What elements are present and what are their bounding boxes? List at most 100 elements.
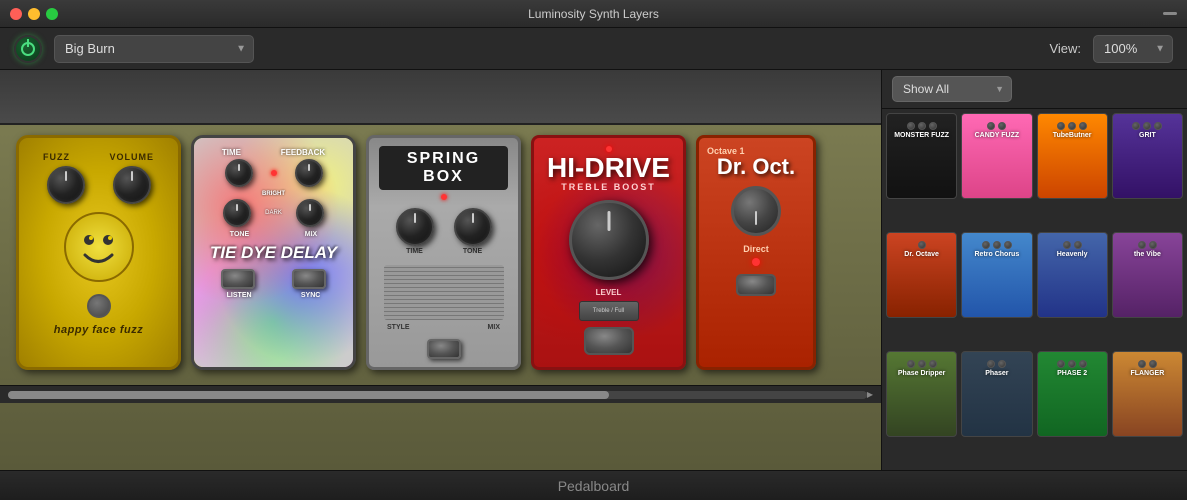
spring-title: SPRING BOX bbox=[385, 150, 502, 186]
tiedye-name: TIE DYE DELAY bbox=[210, 244, 337, 263]
thumb-knob bbox=[1143, 122, 1151, 130]
thumb-knob bbox=[1132, 122, 1140, 130]
spring-time-label: TIME bbox=[406, 248, 423, 255]
thumbnail-tubeburner[interactable]: TubeButner bbox=[1037, 113, 1108, 199]
tiedye-time-knob[interactable] bbox=[225, 159, 253, 187]
collapse-icon[interactable] bbox=[1163, 12, 1177, 15]
thumb-phase2-title: PHASE 2 bbox=[1038, 370, 1107, 377]
power-icon bbox=[21, 42, 35, 56]
thumbnail-phasedripper[interactable]: Phase Dripper bbox=[886, 351, 957, 437]
thumb-knob bbox=[1004, 241, 1012, 249]
scroll-thumb[interactable] bbox=[8, 391, 609, 399]
fuzz-bolt bbox=[87, 294, 111, 318]
droct-led bbox=[752, 258, 760, 266]
thumb-phaser-title: Phaser bbox=[962, 370, 1031, 377]
spring-title-plate: SPRING BOX bbox=[379, 146, 508, 190]
thumb-monster-title: MONSTER FUZZ bbox=[887, 132, 956, 139]
thumb-knob bbox=[929, 122, 937, 130]
spring-style-label: STYLE bbox=[387, 324, 410, 331]
tiedye-stomp-right[interactable] bbox=[292, 269, 326, 289]
thumb-grit-title: GRIT bbox=[1113, 132, 1182, 139]
thumbnail-retro[interactable]: Retro Chorus bbox=[961, 232, 1032, 318]
minimize-button[interactable] bbox=[28, 8, 40, 20]
thumb-knob bbox=[1138, 360, 1146, 368]
pedalboard-label: Pedalboard bbox=[558, 478, 630, 494]
tiedye-feedback-knob[interactable] bbox=[295, 159, 323, 187]
spring-tone-knob[interactable] bbox=[454, 208, 492, 246]
thumbnail-monster[interactable]: MONSTER FUZZ bbox=[886, 113, 957, 199]
volume-knob[interactable] bbox=[113, 166, 151, 204]
pedals-container: FUZZ VOLUME happy f bbox=[0, 125, 881, 385]
window-title: Luminosity Synth Layers bbox=[528, 7, 659, 21]
view-label: View: bbox=[1049, 41, 1081, 56]
thumb-knob bbox=[1074, 241, 1082, 249]
thumbnail-vibe[interactable]: the Vibe bbox=[1112, 232, 1183, 318]
thumb-knob bbox=[1057, 360, 1065, 368]
fuzz-knob1-label: FUZZ bbox=[43, 152, 70, 162]
pedal-hidrive[interactable]: HI-DRIVE TREBLE BOOST LEVEL Treble / Ful… bbox=[531, 135, 686, 370]
fuzz-knobs bbox=[47, 166, 151, 204]
tiedye-tone-label: TONE bbox=[230, 231, 249, 238]
thumb-knob bbox=[918, 122, 926, 130]
thumbnail-phase2[interactable]: PHASE 2 bbox=[1037, 351, 1108, 437]
thumb-tubeburner-title: TubeButner bbox=[1038, 132, 1107, 139]
thumb-knob bbox=[918, 360, 926, 368]
tiedye-listen-label: LISTEN bbox=[227, 292, 252, 299]
toolbar: Big Burn View: 100% bbox=[0, 28, 1187, 70]
preset-dropdown[interactable]: Big Burn bbox=[54, 35, 254, 63]
view-select-wrapper: 100% bbox=[1093, 35, 1173, 63]
thumbnails-grid: MONSTER FUZZ CANDY FUZZ TubeButner bbox=[882, 109, 1187, 470]
pedal-droct[interactable]: Octave 1 Dr. Oct. Direct bbox=[696, 135, 816, 370]
main-content: FUZZ VOLUME happy f bbox=[0, 70, 1187, 470]
tiedye-sync-label: SYNC bbox=[301, 292, 320, 299]
thumb-knob bbox=[1149, 241, 1157, 249]
thumb-candy-title: CANDY FUZZ bbox=[962, 132, 1031, 139]
thumbnail-flanger[interactable]: FLANGER bbox=[1112, 351, 1183, 437]
thumb-knob bbox=[1079, 122, 1087, 130]
power-button[interactable] bbox=[14, 35, 42, 63]
view-select[interactable]: 100% bbox=[1093, 35, 1173, 63]
tiedye-dark-label: DARK bbox=[265, 210, 282, 216]
pedalboard-area: FUZZ VOLUME happy f bbox=[0, 70, 882, 470]
pedal-spring[interactable]: SPRING BOX TIME TONE S bbox=[366, 135, 521, 370]
preset-selector-wrapper: Big Burn bbox=[54, 35, 254, 63]
droct-stomp[interactable] bbox=[736, 274, 776, 296]
thumb-knob bbox=[1079, 360, 1087, 368]
hidrive-switch[interactable]: Treble / Full bbox=[579, 301, 639, 321]
thumb-phasedripper-title: Phase Dripper bbox=[887, 370, 956, 377]
thumbnail-droct[interactable]: Dr. Octave bbox=[886, 232, 957, 318]
spring-stomp[interactable] bbox=[427, 339, 461, 359]
thumb-knob bbox=[987, 122, 995, 130]
scroll-track[interactable] bbox=[8, 391, 867, 399]
spring-time-knob[interactable] bbox=[396, 208, 434, 246]
happy-face-svg bbox=[71, 220, 126, 275]
spring-led bbox=[441, 194, 447, 200]
spring-mix-label: MIX bbox=[488, 324, 500, 331]
tiedye-tone-knob[interactable] bbox=[223, 199, 251, 227]
tiedye-content: TIME FEEDBACK BRIGHT DARK bbox=[202, 148, 345, 299]
pedal-fuzz[interactable]: FUZZ VOLUME happy f bbox=[16, 135, 181, 370]
thumb-knob bbox=[907, 122, 915, 130]
maximize-button[interactable] bbox=[46, 8, 58, 20]
thumb-knob bbox=[998, 122, 1006, 130]
pedalboard-scrollbar[interactable]: ▶ bbox=[0, 385, 881, 403]
tiedye-stomp-left[interactable] bbox=[221, 269, 255, 289]
tiedye-mix-knob[interactable] bbox=[296, 199, 324, 227]
droct-knob[interactable] bbox=[731, 186, 781, 236]
droct-direct-label: Direct bbox=[743, 244, 769, 254]
fuzz-knob[interactable] bbox=[47, 166, 85, 204]
hidrive-level-knob[interactable] bbox=[569, 200, 649, 280]
thumbnail-heavenly[interactable]: Heavenly bbox=[1037, 232, 1108, 318]
sidebar-header: Show All bbox=[882, 70, 1187, 109]
thumbnail-grit[interactable]: GRIT bbox=[1112, 113, 1183, 199]
pedal-tiedye[interactable]: TIME FEEDBACK BRIGHT DARK bbox=[191, 135, 356, 370]
hidrive-stomp[interactable] bbox=[584, 327, 634, 355]
thumbnail-phaser[interactable]: Phaser bbox=[961, 351, 1032, 437]
thumbnail-candy[interactable]: CANDY FUZZ bbox=[961, 113, 1032, 199]
scroll-right-arrow[interactable]: ▶ bbox=[867, 390, 873, 399]
fuzz-pedal-name: happy face fuzz bbox=[54, 324, 143, 336]
filter-dropdown[interactable]: Show All bbox=[892, 76, 1012, 102]
thumb-knob bbox=[1063, 241, 1071, 249]
thumb-knob bbox=[1068, 122, 1076, 130]
close-button[interactable] bbox=[10, 8, 22, 20]
